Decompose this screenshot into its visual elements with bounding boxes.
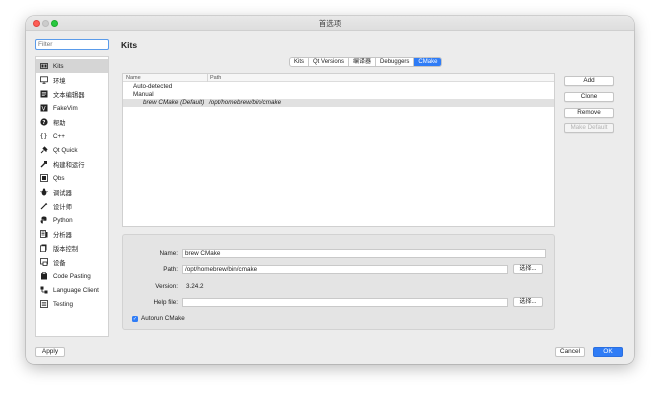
tree-cell-name: Auto-detected: [133, 83, 173, 90]
tree-cell-name: Manual: [133, 91, 154, 98]
sidebar-item-label: Python: [53, 216, 73, 224]
cmake-details-panel: Name: brew CMake Path: /opt/homebrew/bin…: [122, 234, 555, 330]
sidebar-item-text-editor[interactable]: 文本编辑器: [36, 87, 108, 101]
filter-input[interactable]: [35, 39, 109, 50]
sidebar-item-label: Qt Quick: [53, 146, 78, 154]
tree-cell-name: brew CMake (Default): [143, 99, 205, 106]
make-default-button[interactable]: Make Default: [564, 123, 614, 133]
sidebar-item-code-pasting[interactable]: Code Pasting: [36, 269, 108, 283]
sidebar-item-kits[interactable]: Kits: [36, 59, 108, 73]
sidebar-item-label: Language Client: [53, 286, 99, 294]
sidebar: Kits 环境 文本编辑器 V FakeVim ? 帮助 {} C++ Qt Q…: [35, 56, 109, 337]
tree-row[interactable]: Manual: [123, 91, 554, 99]
monitor-icon: [39, 76, 48, 85]
page-title: Kits: [121, 40, 138, 50]
sidebar-item-label: Code Pasting: [53, 272, 91, 280]
sidebar-item-language-client[interactable]: Language Client: [36, 283, 108, 297]
tree-header: Name Path: [123, 74, 554, 82]
tab-kits[interactable]: Kits: [290, 58, 310, 66]
sidebar-item-build-run[interactable]: 构建和运行: [36, 157, 108, 171]
devices-icon: [39, 258, 48, 267]
tab-cmake[interactable]: CMake: [414, 58, 442, 66]
version-label: Version:: [155, 283, 178, 290]
version-control-icon: [39, 244, 48, 253]
sidebar-item-label: 分析器: [53, 231, 72, 239]
sidebar-item-label: 环境: [53, 77, 66, 85]
help-file-browse-button[interactable]: 选择...: [513, 297, 543, 307]
code-pasting-icon: [39, 272, 48, 281]
sidebar-item-label: Qbs: [53, 174, 65, 182]
sidebar-item-label: Kits: [53, 62, 64, 70]
kits-icon: [39, 62, 48, 71]
column-header-path[interactable]: Path: [207, 74, 221, 82]
fakevim-icon: V: [39, 104, 48, 113]
sidebar-item-label: 构建和运行: [53, 161, 85, 169]
tree-row[interactable]: brew CMake (Default) /opt/homebrew/bin/c…: [123, 99, 554, 107]
path-browse-button[interactable]: 选择...: [513, 264, 543, 274]
sidebar-item-testing[interactable]: Testing: [36, 297, 108, 311]
sidebar-item-qt-quick[interactable]: Qt Quick: [36, 143, 108, 157]
autorun-checkbox[interactable]: ✓: [132, 316, 138, 322]
python-icon: [39, 216, 48, 225]
help-file-label: Help file:: [153, 299, 179, 306]
svg-text:?: ?: [42, 120, 45, 126]
path-label: Path:: [163, 266, 178, 273]
help-file-field[interactable]: [182, 298, 508, 307]
debugger-icon: [39, 188, 48, 197]
sidebar-item-label: 调试器: [53, 189, 72, 197]
sidebar-item-label: 设计师: [53, 203, 72, 211]
sidebar-item-version-control[interactable]: 版本控制: [36, 241, 108, 255]
autorun-label[interactable]: Autorun CMake: [141, 315, 185, 322]
name-field[interactable]: brew CMake: [182, 249, 546, 258]
version-value: 3.24.2: [186, 283, 204, 290]
tab-compilers[interactable]: 编译器: [349, 58, 377, 66]
sidebar-item-qbs[interactable]: Qbs: [36, 171, 108, 185]
tab-qt-versions[interactable]: Qt Versions: [309, 58, 350, 66]
language-client-icon: [39, 286, 48, 295]
column-header-name[interactable]: Name: [126, 74, 141, 82]
sidebar-item-label: C++: [53, 132, 65, 140]
sidebar-item-label: 设备: [53, 259, 66, 267]
qbs-icon: [39, 174, 48, 183]
sidebar-item-label: 版本控制: [53, 245, 79, 253]
analyzer-icon: [39, 230, 48, 239]
sidebar-item-label: 文本编辑器: [53, 91, 85, 99]
title-bar[interactable]: 首选项: [26, 16, 634, 31]
braces-icon: {}: [39, 132, 48, 140]
sidebar-item-label: Testing: [53, 300, 73, 308]
sidebar-item-devices[interactable]: 设备: [36, 255, 108, 269]
add-button[interactable]: Add: [564, 76, 614, 86]
apply-button[interactable]: Apply: [35, 347, 65, 357]
tree-cell-path: /opt/homebrew/bin/cmake: [209, 99, 282, 106]
testing-icon: [39, 300, 48, 309]
sidebar-item-fakevim[interactable]: V FakeVim: [36, 101, 108, 115]
sidebar-item-analyzer[interactable]: 分析器: [36, 227, 108, 241]
text-editor-icon: [39, 90, 48, 99]
sidebar-item-label: FakeVim: [53, 104, 78, 112]
ok-button[interactable]: OK: [593, 347, 623, 357]
sidebar-item-designer[interactable]: 设计师: [36, 199, 108, 213]
sidebar-item-label: 帮助: [53, 119, 66, 127]
tab-debuggers[interactable]: Debuggers: [376, 58, 415, 66]
path-field[interactable]: /opt/homebrew/bin/cmake: [182, 265, 508, 274]
cancel-button[interactable]: Cancel: [555, 347, 585, 357]
tab-bar: Kits Qt Versions 编译器 Debuggers CMake: [289, 57, 443, 67]
sidebar-item-environment[interactable]: 环境: [36, 73, 108, 87]
name-label: Name:: [159, 250, 178, 257]
sidebar-item-help[interactable]: ? 帮助: [36, 115, 108, 129]
clone-button[interactable]: Clone: [564, 92, 614, 102]
sidebar-item-cpp[interactable]: {} C++: [36, 129, 108, 143]
preferences-window: 首选项 Kits 环境 文本编辑器 V FakeVim: [26, 16, 634, 364]
qt-quick-icon: [39, 146, 48, 155]
sidebar-item-debugger[interactable]: 调试器: [36, 185, 108, 199]
remove-button[interactable]: Remove: [564, 108, 614, 118]
help-icon: ?: [39, 118, 48, 127]
build-run-icon: [39, 160, 48, 169]
sidebar-item-python[interactable]: Python: [36, 213, 108, 227]
designer-icon: [39, 202, 48, 211]
checkmark-icon: ✓: [132, 316, 138, 322]
cmake-tree[interactable]: Name Path Auto-detected Manual brew CMak…: [122, 73, 555, 227]
window-title: 首选项: [318, 19, 342, 28]
tree-row[interactable]: Auto-detected: [123, 83, 554, 91]
